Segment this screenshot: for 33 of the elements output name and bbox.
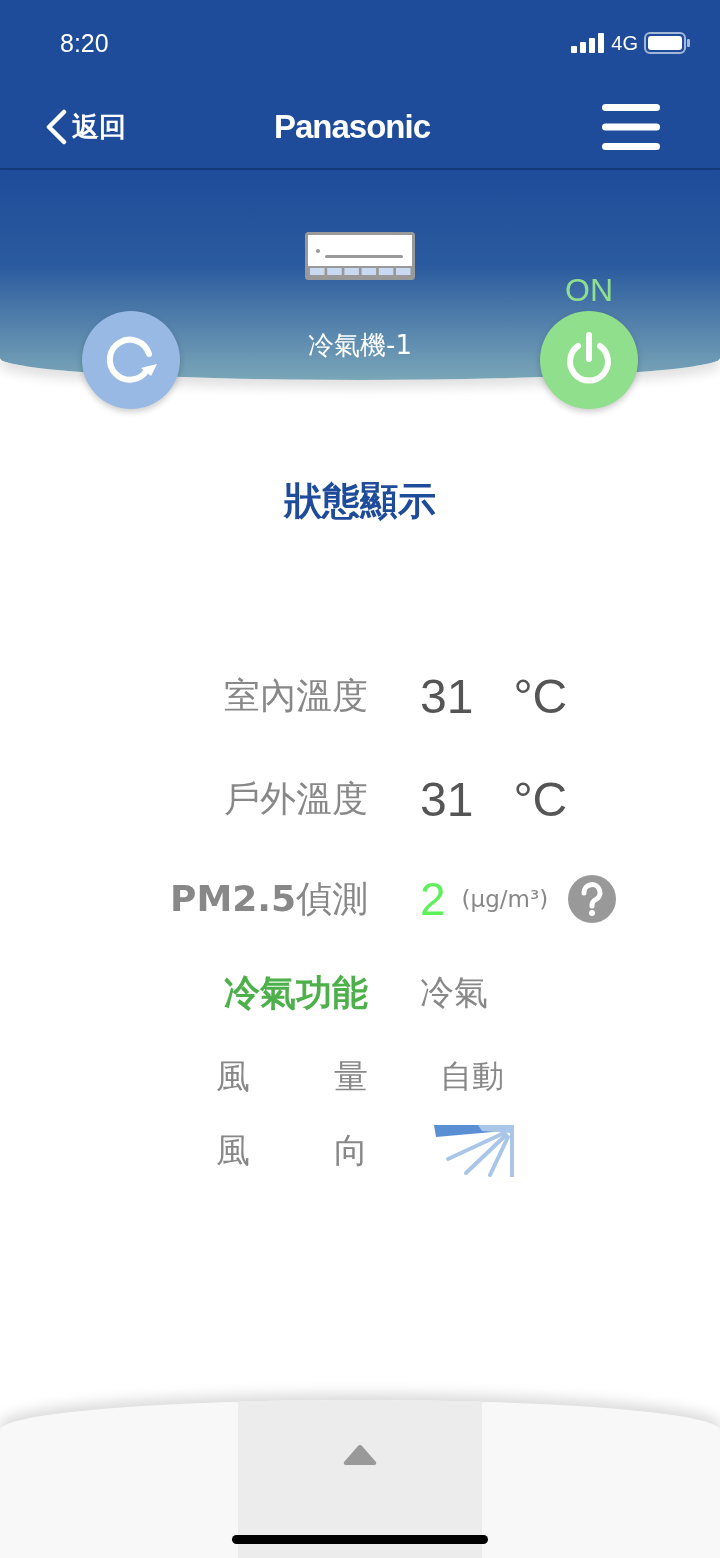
reading-label: 冷氣功能	[223, 970, 368, 1015]
reading-label: 量	[334, 1055, 368, 1098]
pm-unit: (µg/m³)	[461, 886, 549, 912]
reading-label: 向	[334, 1129, 368, 1172]
temperature-unit: °C	[513, 772, 568, 827]
status-time: 8:20	[60, 28, 110, 58]
pm-value: 2	[420, 872, 446, 926]
reading-label: PM2.5偵測	[169, 876, 368, 921]
reading-label: 風	[216, 1129, 250, 1172]
power-status: ON	[565, 272, 613, 309]
reading-label: 室內溫度	[223, 674, 368, 718]
network-type: 4G	[611, 31, 638, 55]
refresh-button[interactable]	[82, 311, 180, 409]
air-conditioner-icon	[305, 232, 415, 280]
brand-logo: Panasonic	[273, 108, 431, 146]
chevron-left-icon	[44, 109, 68, 145]
signal-icon	[571, 33, 606, 53]
temperature-unit: °C	[513, 669, 568, 724]
menu-icon[interactable]	[602, 104, 660, 150]
battery-icon	[644, 32, 690, 54]
temperature-value: 31	[420, 669, 474, 724]
reading-label: 風	[216, 1055, 250, 1098]
mode-value: 冷氣	[420, 971, 489, 1014]
caret-up-icon	[342, 1444, 378, 1466]
device-name: 冷氣機-1	[308, 329, 412, 362]
section-title: 狀態顯示	[282, 478, 437, 525]
power-button[interactable]	[540, 311, 638, 409]
help-icon[interactable]	[568, 875, 617, 923]
back-button[interactable]: 返回	[44, 109, 126, 145]
expand-panel-button[interactable]	[238, 1400, 482, 1558]
temperature-value: 31	[420, 772, 474, 827]
reading-label: 戶外溫度	[223, 777, 368, 821]
fan-value: 自動	[440, 1056, 505, 1097]
